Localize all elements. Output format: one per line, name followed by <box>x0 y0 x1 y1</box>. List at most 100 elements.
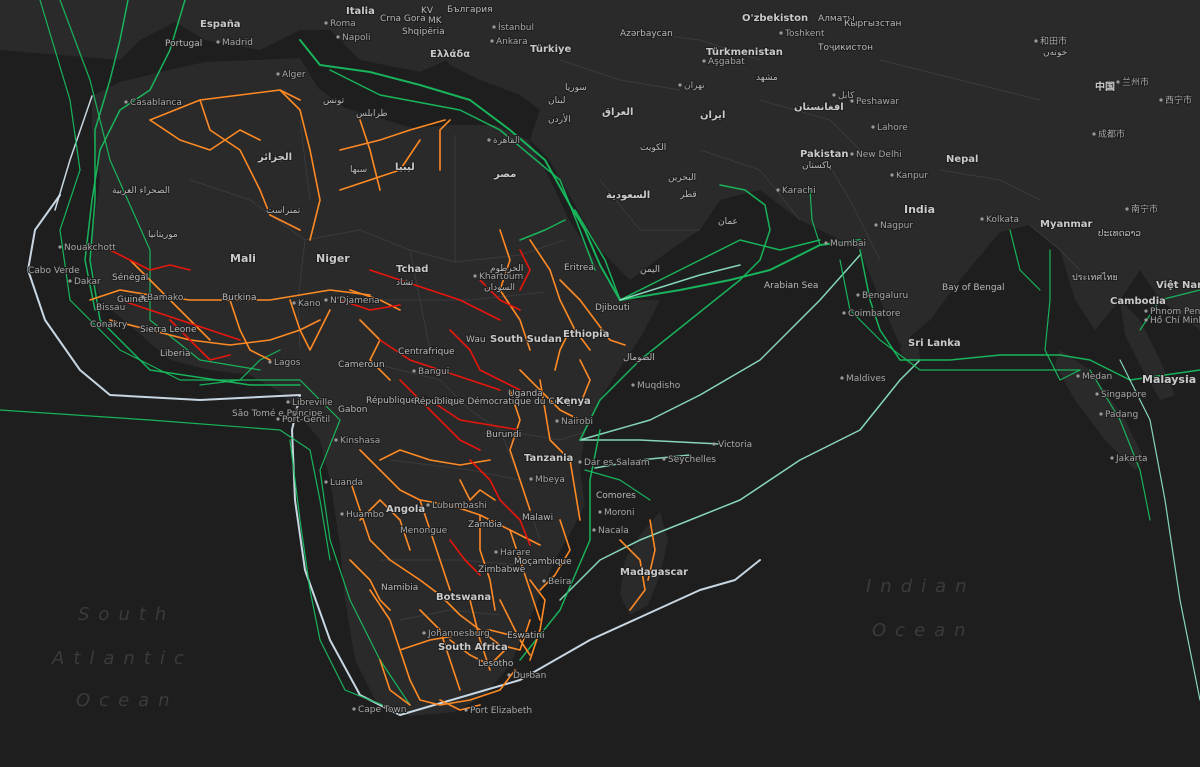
place-label-napoli: Napoli <box>342 33 370 43</box>
place-label-toshkent: Toshkent <box>784 29 825 39</box>
place-label-suriya: سوريا <box>565 83 587 93</box>
place-label-bangui: Bangui <box>418 367 449 377</box>
kolkata-dot <box>980 217 984 221</box>
kanpur-dot <box>890 173 894 177</box>
kabul-dot <box>832 93 836 97</box>
place-label-tunis: تونس <box>323 96 345 106</box>
njamena-dot <box>324 298 328 302</box>
johannesburg-dot <box>422 631 426 635</box>
place-label-kano: Kano <box>298 299 321 309</box>
durban-dot <box>507 673 511 677</box>
mogadishu-dot <box>631 383 635 387</box>
roma-dot <box>324 21 328 25</box>
place-label-huambo: Huambo <box>346 510 384 520</box>
place-label-nepal: Nepal <box>946 154 979 165</box>
place-label-port-elizabeth: Port Elizabeth <box>470 706 532 716</box>
place-label-sabha: سبها <box>350 165 367 175</box>
place-label-tanzania: Tanzania <box>524 453 573 464</box>
libreville-dot <box>286 400 290 404</box>
place-label-tojikiston: Тоҷикистон <box>817 43 873 53</box>
place-label-bulgaria: България <box>447 5 493 15</box>
place-label-johannesburg: Johannesburg <box>427 629 490 639</box>
place-label-mbeya: Mbeya <box>535 475 565 485</box>
place-label-iran: ایران <box>700 110 725 121</box>
toshkent-dot <box>779 31 783 35</box>
place-label-egypt: مصر <box>493 169 516 180</box>
moroni-dot <box>598 510 602 514</box>
place-label-hetian: 和田市 <box>1040 35 1067 47</box>
place-label-roma: Roma <box>330 19 356 29</box>
casablanca-dot <box>124 100 128 104</box>
place-label-burkina: Burkina <box>222 293 257 303</box>
place-label-italia: Italia <box>346 6 375 17</box>
ocean-label-south-atlantic-3: Ocean <box>76 690 179 711</box>
port-gentil-dot <box>276 417 280 421</box>
place-label-nouakchott: Nouakchott <box>64 243 116 253</box>
place-label-asgabat: Aşgabat <box>708 57 745 67</box>
place-label-port-gentil: Port-Gentil <box>282 415 330 425</box>
place-label-pakistan-ur: پاکستان <box>802 161 832 171</box>
place-label-madagascar: Madagascar <box>620 567 688 578</box>
napoli-dot <box>336 35 340 39</box>
place-label-mk: MK <box>428 16 443 26</box>
place-label-south-africa: South Africa <box>438 642 508 653</box>
ho-chi-minh-dot <box>1144 318 1148 322</box>
place-label-eswatini: Eswatini <box>507 631 545 641</box>
place-label-hotan: خوتەن <box>1043 48 1067 58</box>
place-label-qatar: قطر <box>679 190 697 200</box>
mumbai-dot <box>824 241 828 245</box>
place-label-libya: ليبيا <box>395 162 415 173</box>
ankara-dot <box>490 39 494 43</box>
place-label-singapore: Singapore <box>1101 390 1147 400</box>
cairo-dot <box>487 138 491 142</box>
place-label-lubnan: لبنان <box>548 96 566 106</box>
new-delhi-dot <box>850 152 854 156</box>
place-label-kuwait: الكويت <box>640 143 666 153</box>
place-label-comores: Comores <box>596 491 636 501</box>
jakarta-dot <box>1110 456 1114 460</box>
place-label-wau: Wau <box>466 335 486 345</box>
hetian-dot <box>1034 39 1038 43</box>
place-label-padang: Padang <box>1105 410 1138 420</box>
place-label-dar-es-salaam: Dar es Salaam <box>584 458 650 468</box>
place-label-turkiye: Türkiye <box>530 44 572 55</box>
ocean-label-indian-1: Indian <box>866 576 976 597</box>
dakar-dot <box>68 279 72 283</box>
ocean-label-south-atlantic-2: Atlantic <box>51 648 193 669</box>
place-label-bamako: Bamako <box>147 293 184 303</box>
place-label-malawi: Malawi <box>522 513 553 523</box>
place-label-tehran: تهران <box>684 81 705 91</box>
place-label-jakarta: Jakarta <box>1115 454 1147 464</box>
harare-dot <box>494 550 498 554</box>
place-label-seychelles: Seychelles <box>668 455 716 465</box>
place-label-kenya: Kenya <box>556 396 591 407</box>
place-label-mocambique: Moçambique <box>514 557 572 567</box>
place-label-uganda: Uganda <box>508 389 543 399</box>
madrid-dot <box>216 40 220 44</box>
place-label-eritrea: Eritrea <box>564 263 594 273</box>
place-label-nairobi: Nairobi <box>561 417 593 427</box>
nouakchott-dot <box>58 245 62 249</box>
place-label-mumbai: Mumbai <box>830 239 866 249</box>
chengdu-dot <box>1092 132 1096 136</box>
place-label-sudan-ar: السودان <box>484 283 515 293</box>
place-label-ethiopia: Ethiopia <box>563 329 609 340</box>
place-label-cape-town: Cape Town <box>358 705 406 715</box>
place-label-coimbatore: Coimbatore <box>848 309 901 319</box>
place-label-afghanistan: افغانستان <box>794 102 844 113</box>
place-label-zambia: Zambia <box>468 520 502 530</box>
place-label-cabo-verde: Cabo Verde <box>28 266 80 276</box>
cape-town-dot <box>352 707 356 711</box>
place-label-ozbekiston: O'zbekiston <box>742 13 808 24</box>
ocean-label-south-atlantic-1: South <box>78 604 175 625</box>
africa-network-map[interactable]: South Atlantic Ocean Indian Ocean España… <box>0 0 1200 767</box>
port-elizabeth-dot <box>464 708 468 712</box>
nacala-dot <box>592 528 596 532</box>
place-label-saudi: السعودية <box>606 190 650 201</box>
nanning-dot <box>1125 207 1129 211</box>
place-label-mashhad: مشهد <box>756 73 778 83</box>
place-label-njamena: N'Djamena <box>330 296 380 306</box>
place-label-djibouti: Djibouti <box>595 303 630 313</box>
kano-dot <box>292 301 296 305</box>
place-label-south-sudan: South Sudan <box>490 334 562 345</box>
